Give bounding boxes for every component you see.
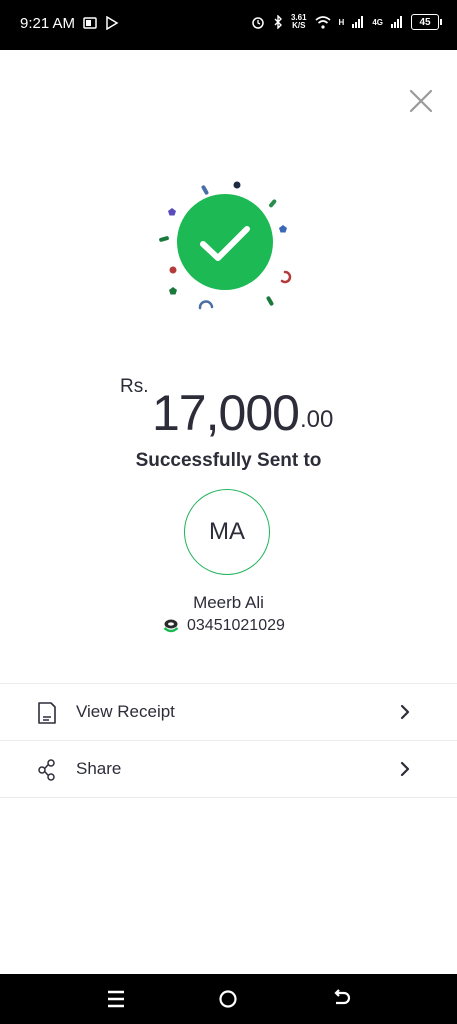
- recipient-account: 03451021029: [163, 617, 285, 635]
- receipt-icon: [38, 702, 56, 724]
- home-button[interactable]: [216, 988, 240, 1010]
- back-button[interactable]: [330, 988, 354, 1010]
- battery-level: 45: [419, 16, 431, 28]
- wifi-icon: [315, 15, 331, 29]
- close-icon: [409, 89, 433, 113]
- chevron-right-icon: [400, 761, 410, 777]
- view-receipt-button[interactable]: View Receipt: [0, 685, 457, 740]
- status-notification-icons: [83, 16, 119, 30]
- status-time: 9:21 AM: [20, 15, 76, 32]
- confetti-piece: [279, 225, 287, 233]
- divider: [0, 683, 457, 684]
- confetti-piece: [198, 300, 214, 310]
- share-icon: [38, 759, 55, 781]
- alarm-icon: [252, 17, 264, 29]
- confetti-piece: [169, 266, 177, 274]
- bluetooth-icon: [274, 15, 282, 29]
- close-button[interactable]: [406, 86, 436, 116]
- success-confetti-graphic: [159, 181, 292, 310]
- confetti-piece: [266, 296, 274, 306]
- recipient-number: 03451021029: [187, 617, 285, 634]
- confetti-piece: [159, 236, 169, 242]
- signal-icon-2: [391, 16, 402, 28]
- network-speed: 3.61 K/S: [290, 13, 307, 30]
- wallet-logo-icon: [163, 619, 179, 633]
- avatar: MA: [184, 489, 270, 575]
- divider: [0, 797, 457, 798]
- confetti-piece: [169, 287, 177, 295]
- network-type-h: H: [338, 17, 345, 27]
- avatar-initials: MA: [209, 518, 245, 545]
- signal-icon: [352, 16, 364, 28]
- home-circle-icon: [219, 990, 237, 1008]
- status-bar: 9:21 AM 3.61 K/S H 4G 45: [0, 0, 457, 50]
- chevron-right-icon: [400, 704, 410, 720]
- confetti-piece: [201, 185, 209, 195]
- confetti-piece: [233, 181, 241, 189]
- share-button[interactable]: Share: [0, 742, 457, 797]
- view-receipt-label: View Receipt: [76, 702, 175, 721]
- back-icon: [334, 989, 351, 1005]
- recipient-name: Meerb Ali: [193, 593, 264, 612]
- divider: [0, 740, 457, 741]
- menu-icon: [108, 990, 124, 1008]
- recent-apps-button[interactable]: [104, 988, 128, 1010]
- amount-display: Rs. 17,000 .00: [0, 370, 457, 441]
- navigation-bar: [0, 974, 457, 1024]
- outlook-icon: [83, 17, 97, 29]
- amount-currency: Rs.: [120, 376, 149, 397]
- status-message: Successfully Sent to: [135, 450, 322, 471]
- status-system-icons: 3.61 K/S H 4G 45: [251, 13, 442, 30]
- confetti-piece: [269, 199, 277, 208]
- play-store-icon: [106, 16, 119, 30]
- confetti-piece: [168, 208, 176, 216]
- checkmark-circle-icon: [177, 194, 273, 290]
- network-type-4g: 4G: [372, 17, 383, 27]
- battery-icon: 45: [411, 14, 442, 30]
- amount-integer: 17,000: [152, 385, 300, 441]
- amount-decimal: .00: [300, 406, 334, 433]
- confetti-piece: [280, 270, 292, 284]
- share-label: Share: [76, 759, 122, 778]
